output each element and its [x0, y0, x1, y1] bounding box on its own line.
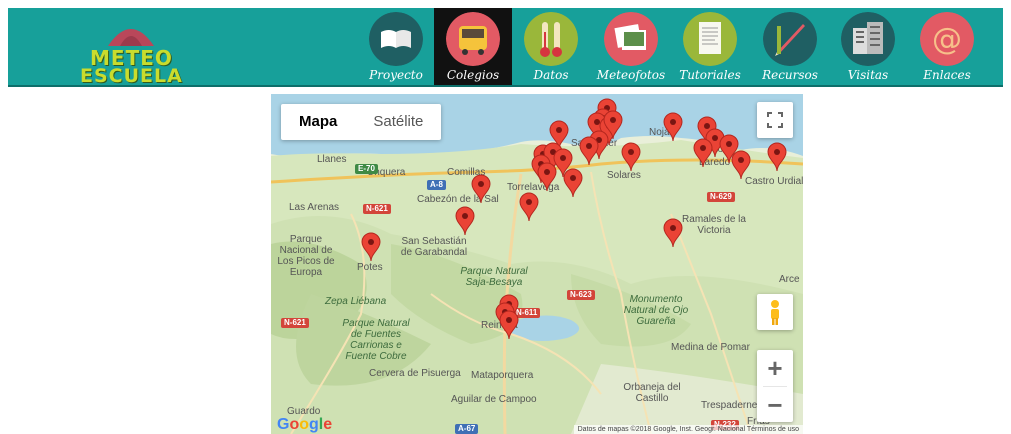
zoom-in-button[interactable]: +	[757, 350, 793, 386]
nav-item-label: Tutoriales	[679, 68, 741, 82]
nav-item-label: Datos	[533, 68, 569, 82]
map-place-label: Parque Nacional de Los Picos de Europa	[277, 234, 335, 278]
map-place-label: Parque Natural Saja-Besaya	[460, 266, 528, 288]
map-place-label: Monumento Natural de Ojo Guareña	[623, 294, 689, 327]
map-type-map-button[interactable]: Mapa	[281, 104, 355, 140]
zoom-out-button[interactable]: −	[757, 387, 793, 423]
fullscreen-icon	[767, 112, 783, 128]
map-place-label: Potes	[357, 262, 383, 273]
map-place-label: Trespaderne	[701, 400, 758, 411]
school-marker-icon[interactable]	[579, 136, 599, 166]
school-marker-icon[interactable]	[563, 168, 583, 198]
school-marker-icon[interactable]	[471, 174, 491, 204]
google-logo-letter: G	[277, 416, 290, 433]
road-shield: N-629	[707, 192, 735, 202]
google-logo-letter: g	[309, 416, 319, 433]
google-logo-letter: o	[289, 416, 300, 433]
top-navigation-bar: METEO ESCUELA Proyecto Colegios Datos Meteo…	[8, 8, 1003, 87]
map-place-label: Zepa Liébana	[325, 296, 387, 307]
nav-item-recursos[interactable]: Recursos	[751, 8, 829, 85]
road-shield: N-623	[567, 290, 595, 300]
school-marker-icon[interactable]	[767, 142, 787, 172]
map-place-label: Parque Natural de Fuentes Carrionas e Fu…	[342, 318, 410, 362]
google-logo-letter: o	[299, 416, 310, 433]
road-shield: E-70	[355, 164, 378, 174]
schools-map[interactable]: Llanes Unquera Comillas Cabezón de la Sal To…	[271, 94, 803, 434]
logo-text-bottom: ESCUELA	[80, 65, 183, 87]
map-attribution[interactable]: Datos de mapas ©2018 Google, Inst. Geogr…	[573, 425, 803, 434]
school-marker-icon[interactable]	[663, 112, 683, 142]
nav-item-label: Meteofotos	[596, 68, 666, 82]
map-place-label: Arce	[779, 274, 800, 285]
road-shield: A-67	[455, 424, 479, 434]
school-marker-icon[interactable]	[693, 138, 713, 168]
nav-item-label: Visitas	[847, 68, 889, 82]
pencil-ruler-icon	[763, 12, 817, 66]
map-place-label: Castro Urdiales	[745, 176, 803, 187]
road-shield: N-621	[363, 204, 391, 214]
map-type-control: Mapa Satélite	[281, 104, 442, 140]
at-sign-icon: @	[920, 12, 974, 66]
school-bus-icon	[446, 12, 500, 66]
map-place-label: Medina de Pomar	[671, 342, 750, 353]
book-icon	[369, 12, 423, 66]
school-marker-icon[interactable]	[519, 192, 539, 222]
nav-item-label: Proyecto	[369, 68, 423, 82]
map-place-label: Aguilar de Campoo	[451, 394, 537, 405]
meteoescuela-logo[interactable]: METEO ESCUELA	[78, 18, 208, 87]
thermometer-icon	[524, 12, 578, 66]
school-marker-icon[interactable]	[663, 218, 683, 248]
google-logo-letter: e	[323, 416, 333, 433]
street-view-pegman-button[interactable]	[757, 294, 793, 330]
buildings-icon	[841, 12, 895, 66]
map-place-label: Mataporquera	[471, 370, 534, 381]
map-place-label: Las Arenas	[289, 202, 340, 213]
map-place-label: Cervera de Pisuerga	[369, 368, 461, 379]
nav-item-datos[interactable]: Datos	[512, 8, 590, 85]
school-marker-icon[interactable]	[499, 310, 519, 340]
nav-item-label: Recursos	[762, 68, 818, 82]
pegman-icon	[771, 300, 779, 325]
nav-item-colegios[interactable]: Colegios	[434, 8, 512, 85]
nav-item-label: Enlaces	[923, 68, 971, 82]
photos-icon	[604, 12, 658, 66]
road-shield: A-8	[427, 180, 446, 190]
umbrella-icon	[108, 29, 154, 46]
nav-item-meteofotos[interactable]: Meteofotos	[592, 8, 670, 85]
zoom-control: + −	[757, 350, 793, 422]
school-marker-icon[interactable]	[361, 232, 381, 262]
fullscreen-button[interactable]	[757, 102, 793, 138]
school-marker-icon[interactable]	[731, 150, 751, 180]
nav-item-tutoriales[interactable]: Tutoriales	[671, 8, 749, 85]
school-marker-icon[interactable]	[621, 142, 641, 172]
map-place-label: Orbaneja del Castillo	[623, 382, 681, 404]
nav-item-proyecto[interactable]: Proyecto	[357, 8, 435, 85]
map-place-label: Llanes	[317, 154, 347, 165]
school-marker-icon[interactable]	[537, 162, 557, 192]
google-logo[interactable]: Google	[277, 416, 332, 434]
nav-item-label: Colegios	[446, 68, 500, 82]
nav-item-visitas[interactable]: Visitas	[829, 8, 907, 85]
svg-text:@: @	[932, 22, 962, 57]
map-place-label: Ramales de la Victoria	[682, 214, 746, 236]
document-icon	[683, 12, 737, 66]
school-marker-icon[interactable]	[455, 206, 475, 236]
map-type-satellite-button[interactable]: Satélite	[355, 104, 441, 140]
nav-item-enlaces[interactable]: @ Enlaces	[908, 8, 986, 85]
road-shield: N-621	[281, 318, 309, 328]
map-place-label: San Sebastián de Garabandal	[400, 236, 468, 258]
